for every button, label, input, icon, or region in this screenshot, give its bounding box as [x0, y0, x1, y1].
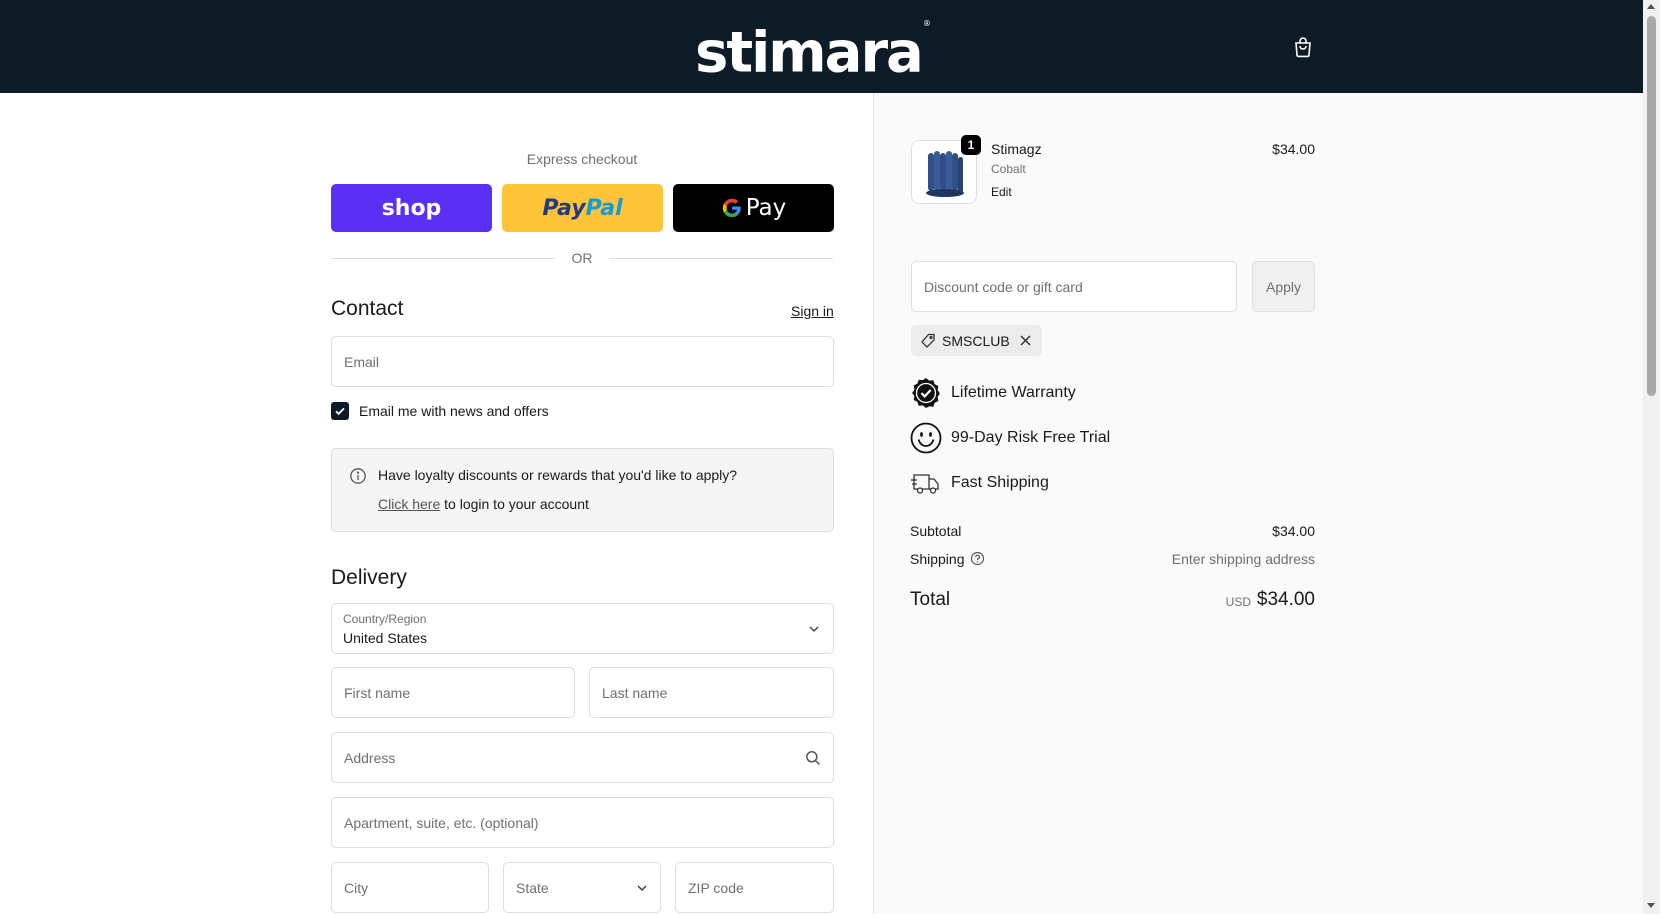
scroll-up-arrow[interactable] — [1647, 4, 1655, 9]
news-checkbox-label: Email me with news and offers — [359, 403, 549, 419]
product-variant: Cobalt — [991, 162, 1026, 176]
apartment-field[interactable] — [331, 797, 834, 848]
discount-tag: SMSCLUB — [911, 325, 1042, 356]
search-icon[interactable] — [805, 750, 821, 766]
quantity-badge: 1 — [961, 135, 981, 155]
loyalty-question: Have loyalty discounts or rewards that y… — [378, 467, 738, 483]
total-value: $34.00 — [1256, 589, 1315, 610]
first-name-input[interactable] — [344, 684, 562, 701]
news-checkbox[interactable] — [331, 402, 349, 420]
loyalty-login-line: Click here to login to your account — [378, 496, 589, 512]
perk-lifetime-warranty: Lifetime Warranty — [951, 384, 1076, 401]
stimara-logo[interactable]: stimara® — [695, 14, 931, 90]
help-icon[interactable] — [970, 551, 985, 566]
contact-heading: Contact — [331, 297, 404, 320]
scrollbar[interactable] — [1643, 0, 1660, 914]
email-field[interactable] — [331, 336, 834, 387]
city-input[interactable] — [344, 879, 476, 896]
country-select[interactable]: Country/Region United States — [331, 603, 834, 654]
shipping-value: Enter shipping address — [1171, 551, 1315, 567]
google-pay-button[interactable]: Pay — [673, 184, 834, 232]
express-checkout-label: Express checkout — [526, 151, 638, 167]
site-header: stimara® — [0, 0, 1643, 93]
state-select[interactable]: State — [503, 862, 661, 913]
last-name-field[interactable] — [589, 667, 834, 718]
paypal-button[interactable]: Pay Pal — [502, 184, 663, 232]
discount-code: SMSCLUB — [942, 332, 1010, 349]
shipping-label: Shipping — [910, 551, 965, 567]
perk-risk-free-trial: 99-Day Risk Free Trial — [951, 429, 1111, 446]
info-icon — [350, 468, 366, 484]
address-input[interactable] — [344, 749, 805, 766]
click-here-link[interactable]: Click here — [378, 496, 440, 512]
verified-badge-icon — [912, 378, 940, 408]
chevron-down-icon — [637, 884, 647, 891]
email-input[interactable] — [344, 353, 821, 370]
state-label: State — [516, 879, 549, 896]
delivery-truck-icon — [911, 474, 939, 494]
shopping-bag-icon[interactable] — [1291, 35, 1315, 59]
country-label: Country/Region — [343, 612, 427, 626]
perk-fast-shipping: Fast Shipping — [951, 474, 1049, 491]
discount-field[interactable] — [911, 261, 1237, 312]
loyalty-banner: Have loyalty discounts or rewards that y… — [331, 448, 834, 532]
checkmark-icon — [335, 407, 345, 416]
country-value: United States — [343, 630, 428, 646]
product-name: Stimagz — [991, 141, 1042, 157]
tag-icon — [921, 333, 935, 348]
address-field[interactable] — [331, 732, 834, 783]
edit-link[interactable]: Edit — [991, 185, 1012, 199]
smiley-icon — [910, 422, 942, 454]
scroll-down-arrow[interactable] — [1647, 903, 1655, 908]
subtotal-label: Subtotal — [910, 523, 962, 539]
delivery-heading: Delivery — [331, 566, 407, 589]
apartment-input[interactable] — [344, 814, 821, 831]
or-label: OR — [555, 250, 609, 266]
sign-in-link[interactable]: Sign in — [791, 303, 834, 319]
last-name-input[interactable] — [602, 684, 821, 701]
zip-field[interactable] — [675, 862, 834, 913]
total-label: Total — [910, 589, 951, 610]
shop-pay-button[interactable]: shop — [331, 184, 492, 232]
city-field[interactable] — [331, 862, 489, 913]
first-name-field[interactable] — [331, 667, 575, 718]
zip-input[interactable] — [688, 879, 821, 896]
close-icon[interactable] — [1019, 334, 1032, 347]
apply-button[interactable]: Apply — [1252, 261, 1315, 312]
subtotal-value: $34.00 — [1272, 523, 1315, 539]
chevron-down-icon — [809, 626, 819, 633]
google-g-icon — [722, 198, 741, 218]
product-price: $34.00 — [1272, 141, 1315, 157]
discount-input[interactable] — [924, 278, 1224, 295]
order-summary-panel — [873, 93, 1643, 914]
scrollbar-thumb[interactable] — [1647, 16, 1656, 396]
